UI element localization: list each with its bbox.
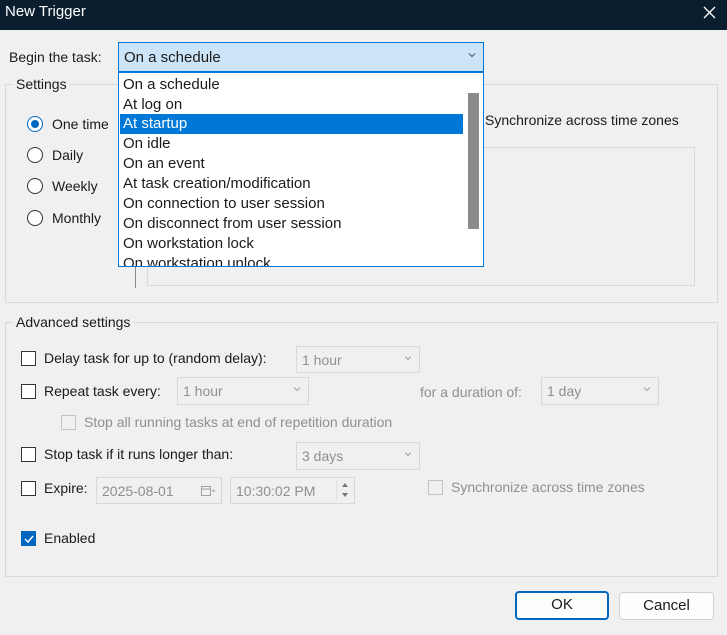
dropdown-option[interactable]: On disconnect from user session (120, 214, 463, 234)
dropdown-option[interactable]: On workstation unlock (120, 254, 463, 266)
expire-sync-checkbox[interactable]: Synchronize across time zones (428, 479, 645, 495)
dropdown-option[interactable]: At log on (120, 95, 463, 115)
stop-running-tasks-label: Stop all running tasks at end of repetit… (84, 414, 393, 430)
repeat-interval-select[interactable]: 1 hour (177, 377, 309, 405)
separator-line (135, 266, 136, 288)
delay-duration-value: 1 hour (302, 352, 342, 368)
dropdown-option[interactable]: On idle (120, 134, 463, 154)
repeat-duration-value: 1 day (547, 383, 582, 399)
radio-dot (27, 147, 43, 163)
dropdown-option[interactable]: On a schedule (120, 75, 463, 95)
dropdown-option[interactable]: At task creation/modification (120, 174, 463, 194)
repeat-task-checkbox[interactable]: Repeat task every: (21, 383, 161, 399)
radio-label: Daily (52, 147, 84, 163)
radio-label: Monthly (52, 210, 102, 226)
dropdown-option-selected[interactable]: At startup (120, 114, 463, 134)
stop-task-label: Stop task if it runs longer than: (44, 446, 234, 462)
spin-up-icon[interactable] (337, 480, 352, 490)
begin-task-dropdown-list[interactable]: On a schedule At log on At startup On id… (118, 72, 484, 267)
delay-task-checkbox[interactable]: Delay task for up to (random delay): (21, 350, 267, 366)
repeat-interval-value: 1 hour (183, 383, 223, 399)
expire-sync-label: Synchronize across time zones (451, 479, 645, 495)
enabled-label: Enabled (44, 530, 96, 546)
chevron-down-icon (468, 51, 476, 59)
radio-dot (27, 116, 43, 132)
checkbox-box (21, 446, 36, 462)
radio-dot (27, 178, 43, 194)
window-title: New Trigger (5, 3, 86, 20)
radio-one-time[interactable]: One time (27, 116, 109, 132)
cancel-button[interactable]: Cancel (619, 592, 714, 620)
chevron-down-icon (404, 450, 412, 458)
dropdown-scrollbar[interactable] (468, 93, 479, 229)
repeat-task-label: Repeat task every: (44, 383, 161, 399)
radio-weekly[interactable]: Weekly (27, 178, 98, 194)
expire-date-picker[interactable]: 2025-08-01 (96, 477, 222, 504)
enabled-checkbox[interactable]: Enabled (21, 530, 95, 546)
radio-label: One time (52, 116, 109, 132)
radio-dot (27, 210, 43, 226)
expire-label: Expire: (44, 480, 88, 496)
time-spinner[interactable] (336, 480, 352, 501)
title-bar: New Trigger (0, 0, 727, 30)
checkmark-icon (24, 535, 34, 543)
settings-group-title: Settings (13, 76, 70, 92)
close-button[interactable] (691, 0, 727, 24)
checkbox-box (21, 530, 36, 546)
checkbox-box (21, 350, 36, 366)
close-icon (703, 6, 715, 18)
repeat-duration-select[interactable]: 1 day (541, 377, 659, 405)
ok-button[interactable]: OK (515, 591, 609, 620)
stop-running-tasks-checkbox[interactable]: Stop all running tasks at end of repetit… (61, 414, 392, 430)
expire-date-value: 2025-08-01 (102, 483, 174, 499)
dropdown-option[interactable]: On connection to user session (120, 194, 463, 214)
dropdown-option[interactable]: On workstation lock (120, 234, 463, 254)
checkbox-box (21, 480, 36, 496)
stop-task-checkbox[interactable]: Stop task if it runs longer than: (21, 446, 233, 462)
spin-down-icon[interactable] (337, 490, 352, 500)
chevron-down-icon (643, 385, 651, 393)
stop-task-duration-select[interactable]: 3 days (296, 442, 420, 470)
chevron-down-icon (293, 385, 301, 393)
dropdown-option[interactable]: On an event (120, 154, 463, 174)
chevron-down-icon (404, 354, 412, 362)
begin-task-value: On a schedule (124, 49, 221, 66)
delay-duration-select[interactable]: 1 hour (296, 346, 420, 373)
radio-label: Weekly (52, 178, 98, 194)
radio-monthly[interactable]: Monthly (27, 210, 101, 226)
begin-task-label: Begin the task: (9, 49, 102, 65)
checkbox-box (21, 383, 36, 399)
advanced-settings-title: Advanced settings (13, 314, 134, 330)
calendar-icon (201, 484, 216, 496)
delay-task-label: Delay task for up to (random delay): (44, 350, 267, 366)
stop-task-duration-value: 3 days (302, 448, 344, 464)
duration-label: for a duration of: (420, 384, 522, 400)
checkbox-box (428, 479, 443, 495)
settings-sync-label: Synchronize across time zones (485, 112, 679, 128)
radio-daily[interactable]: Daily (27, 147, 83, 163)
expire-time-value: 10:30:02 PM (236, 483, 316, 499)
expire-time-picker[interactable]: 10:30:02 PM (230, 477, 355, 504)
checkbox-box (61, 414, 76, 430)
expire-checkbox[interactable]: Expire: (21, 480, 88, 496)
begin-task-select[interactable]: On a schedule (118, 42, 484, 72)
